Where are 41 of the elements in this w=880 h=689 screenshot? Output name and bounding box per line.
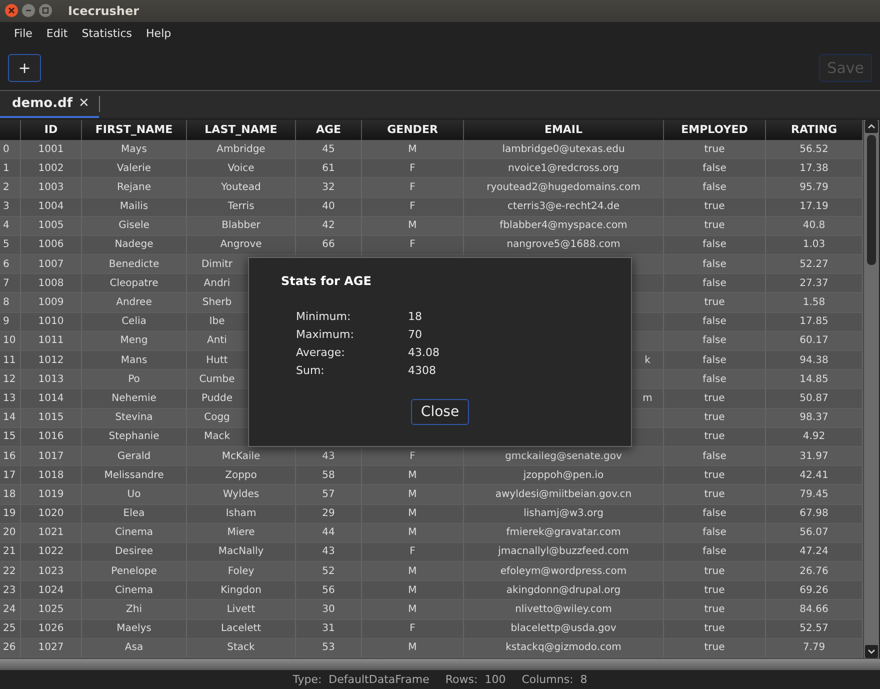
tab-label[interactable]: demo.df bbox=[12, 96, 72, 111]
menu-item[interactable]: Edit bbox=[39, 25, 75, 42]
stat-label: Sum: bbox=[296, 364, 326, 377]
stat-label: Minimum: bbox=[296, 310, 352, 323]
menu-item[interactable]: File bbox=[7, 25, 40, 42]
table-cell: k bbox=[644, 354, 650, 366]
close-icon[interactable] bbox=[5, 4, 18, 18]
table-cell: Dimitr bbox=[201, 258, 233, 270]
minimize-icon[interactable] bbox=[22, 4, 35, 18]
table-cell: Cogg bbox=[204, 412, 230, 424]
horizontal-scrollbar[interactable] bbox=[0, 658, 880, 670]
stat-value: 70 bbox=[408, 328, 423, 341]
stat-value: 4308 bbox=[408, 364, 437, 377]
status-text: Rows: 100 bbox=[445, 673, 506, 686]
stat-value: 18 bbox=[408, 310, 423, 323]
status-text: Type: DefaultDataFrame bbox=[292, 673, 430, 686]
close-icon[interactable]: ✕ bbox=[78, 96, 90, 111]
status-text: Columns: 8 bbox=[522, 673, 588, 686]
stat-label: Maximum: bbox=[296, 328, 355, 341]
table-cell: Hutt bbox=[206, 354, 228, 366]
table-cell: Pudde bbox=[201, 392, 233, 404]
add-button[interactable]: + bbox=[8, 54, 41, 82]
menu-item[interactable]: Help bbox=[139, 25, 178, 42]
scroll-up-icon[interactable] bbox=[865, 120, 878, 133]
tab[interactable]: demo.df ✕ bbox=[0, 90, 100, 118]
table-cell: Andri bbox=[204, 278, 230, 289]
dialog-title: Stats for AGE bbox=[281, 274, 372, 288]
table-cell: Ibe bbox=[209, 316, 225, 328]
scroll-down-icon[interactable] bbox=[865, 645, 878, 658]
scrollbar-thumb[interactable] bbox=[867, 134, 876, 265]
table-cell: Anti bbox=[207, 335, 227, 346]
window-title: Icecrusher bbox=[68, 4, 140, 18]
close-button[interactable]: Close bbox=[410, 399, 470, 425]
table-cell: Cumbe bbox=[199, 374, 235, 385]
table-cell: Sherb bbox=[202, 297, 232, 308]
menu-item[interactable]: Statistics bbox=[74, 25, 140, 42]
maximize-icon[interactable] bbox=[39, 4, 52, 18]
stat-label: Average: bbox=[296, 346, 346, 359]
table-cell: m bbox=[642, 392, 652, 404]
table-cell: Mack bbox=[204, 431, 230, 442]
stat-value: 43.08 bbox=[408, 346, 440, 359]
